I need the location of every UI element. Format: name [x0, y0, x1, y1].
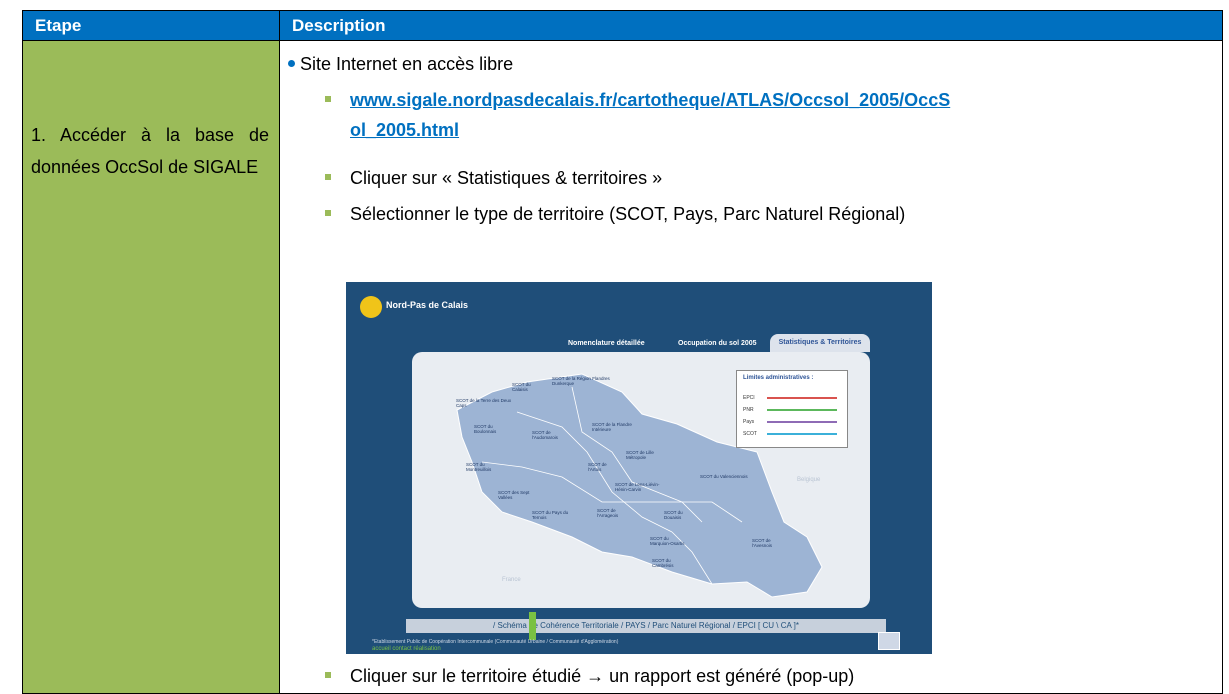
- map-label[interactable]: SCOT de la Région Flandres Dunkerque: [552, 376, 632, 386]
- map-label[interactable]: SCOT de l'Avesnois: [752, 538, 787, 548]
- bullet-dot-icon: [288, 60, 295, 67]
- map-label[interactable]: SCOT du Douaisis: [664, 510, 694, 520]
- sigale-screenshot: Nord-Pas de Calais Nomenclature détaillé…: [346, 282, 932, 654]
- map-label[interactable]: SCOT du Marquion-Osartis: [650, 536, 690, 546]
- tab-nomenclature[interactable]: Nomenclature détaillée: [568, 340, 645, 347]
- map-label[interactable]: SCOT de la Terre des Deux Caps: [456, 398, 516, 408]
- description-cell: Site Internet en accès libre www.sigale.…: [279, 40, 1223, 694]
- region-logo-icon: [360, 296, 382, 318]
- territory-type-nav[interactable]: / Schéma de Cohérence Territoriale / PAY…: [406, 619, 886, 633]
- legend-row-epci: EPCI: [743, 395, 755, 401]
- step-cell: 1. Accéder à la base de données OccSol d…: [22, 40, 280, 694]
- legend-row-scot: SCOT: [743, 431, 757, 437]
- footer-links[interactable]: accueil contact réalisation: [372, 646, 441, 652]
- map-label[interactable]: SCOT de l'Arrageois: [597, 508, 637, 518]
- sub-item-text: Cliquer sur « Statistiques & territoires…: [350, 168, 663, 188]
- map-label[interactable]: SCOT de l'Audomarois: [532, 430, 572, 440]
- header-description: Description: [279, 10, 1223, 41]
- map-label[interactable]: SCOT de l'Artois: [588, 462, 618, 472]
- map-label[interactable]: SCOT des Sept Vallées: [498, 490, 538, 500]
- square-bullet-icon: [325, 210, 331, 216]
- france-label: France: [502, 577, 521, 583]
- sub-item-type-territoire: Sélectionner le type de territoire (SCOT…: [325, 199, 906, 229]
- sub-item-rapport: Cliquer sur le territoire étudié → un ra…: [325, 661, 855, 691]
- map-label[interactable]: SCOT du Cambrésis: [652, 558, 687, 568]
- map-label[interactable]: SCOT de Lille Métropole: [626, 450, 671, 460]
- sub-item-statistiques: Cliquer sur « Statistiques & territoires…: [325, 163, 663, 193]
- map-label[interactable]: SCOT du Calaisis: [512, 382, 542, 392]
- footnote: *Etablissement Public de Coopération Int…: [372, 639, 619, 645]
- tab-occupation[interactable]: Occupation du sol 2005: [678, 340, 757, 347]
- header-etape: Etape: [22, 10, 280, 41]
- eu-flag-icon: [878, 632, 900, 650]
- tab-statistiques[interactable]: Statistiques & Territoires: [770, 334, 870, 352]
- map-label[interactable]: SCOT de Lens-Liévin-Hénin-Carvin: [615, 482, 660, 492]
- legend-row-pays: Pays: [743, 419, 755, 425]
- sub-item-link: www.sigale.nordpasdecalais.fr/cartothequ…: [325, 85, 950, 145]
- map-label[interactable]: SCOT du Montreuillois: [466, 462, 506, 472]
- sub-item-text: Sélectionner le type de territoire (SCOT…: [350, 204, 906, 224]
- sub-item-text: Cliquer sur le territoire étudié → un ra…: [350, 666, 855, 686]
- square-bullet-icon: [325, 174, 331, 180]
- bullet-text: Site Internet en accès libre: [300, 54, 514, 74]
- square-bullet-icon: [325, 672, 331, 678]
- step-text: 1. Accéder à la base de données OccSol d…: [31, 125, 269, 177]
- sigale-link[interactable]: www.sigale.nordpasdecalais.fr/cartothequ…: [350, 90, 950, 140]
- selection-marker-icon: [529, 612, 536, 640]
- legend-title: Limites administratives :: [743, 375, 814, 381]
- legend-slider-pays[interactable]: [767, 421, 837, 423]
- legend-box: Limites administratives : EPCI PNR Pays …: [736, 370, 848, 448]
- region-logo-text: Nord-Pas de Calais: [386, 300, 469, 310]
- legend-slider-scot[interactable]: [767, 433, 837, 435]
- map-label[interactable]: SCOT de la Flandre Intérieure: [592, 422, 652, 432]
- belgique-label: Belgique: [797, 477, 821, 483]
- legend-slider-epci[interactable]: [767, 397, 837, 399]
- map-label[interactable]: SCOT du Boulonnais: [474, 424, 509, 434]
- bullet-site-internet: Site Internet en accès libre: [288, 53, 514, 75]
- square-bullet-icon: [325, 96, 331, 102]
- legend-slider-pnr[interactable]: [767, 409, 837, 411]
- description-table: Etape Description 1. Accéder à la base d…: [22, 10, 1223, 694]
- legend-row-pnr: PNR: [743, 407, 754, 413]
- map-label[interactable]: SCOT du Valenciennois: [700, 474, 750, 479]
- map-label[interactable]: SCOT du Pays du Ternois: [532, 510, 577, 520]
